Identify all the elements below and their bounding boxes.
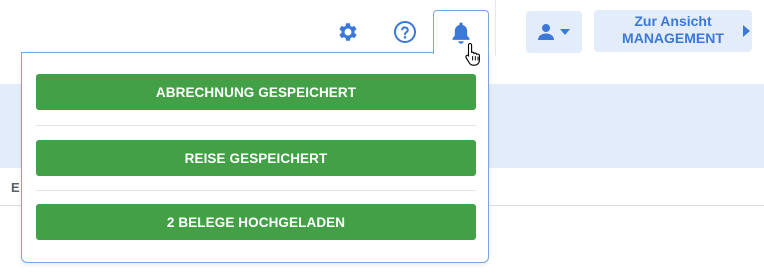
notification-item[interactable]: ABRECHNUNG GESPEICHERT [36,74,476,110]
help-button[interactable] [390,17,420,47]
switch-view-management-button[interactable]: Zur Ansicht MANAGEMENT [594,10,752,52]
notification-item[interactable]: 2 BELEGE HOCHGELADEN [36,204,476,240]
toolbar-divider [495,0,496,56]
notification-item[interactable]: REISE GESPEICHERT [36,140,476,176]
notification-divider [36,125,476,126]
hand-pointer-icon [465,42,480,66]
notification-divider [36,190,476,191]
user-icon [538,24,554,40]
notifications-dropdown: ABRECHNUNG GESPEICHERT REISE GESPEICHERT… [21,52,489,263]
caret-down-icon [560,29,570,35]
app-page: E Zur Ansicht MANAGEMENT ABRECHNUNG GESP… [0,0,764,276]
gear-icon [339,23,357,41]
view-switch-line2: MANAGEMENT [622,30,724,46]
background-column-label: E [11,180,20,195]
help-icon [394,21,416,43]
bell-icon [452,22,470,44]
user-menu-button[interactable] [526,11,582,53]
view-switch-line1: Zur Ansicht [634,13,712,29]
caret-right-icon [743,25,750,37]
settings-button[interactable] [333,17,363,47]
